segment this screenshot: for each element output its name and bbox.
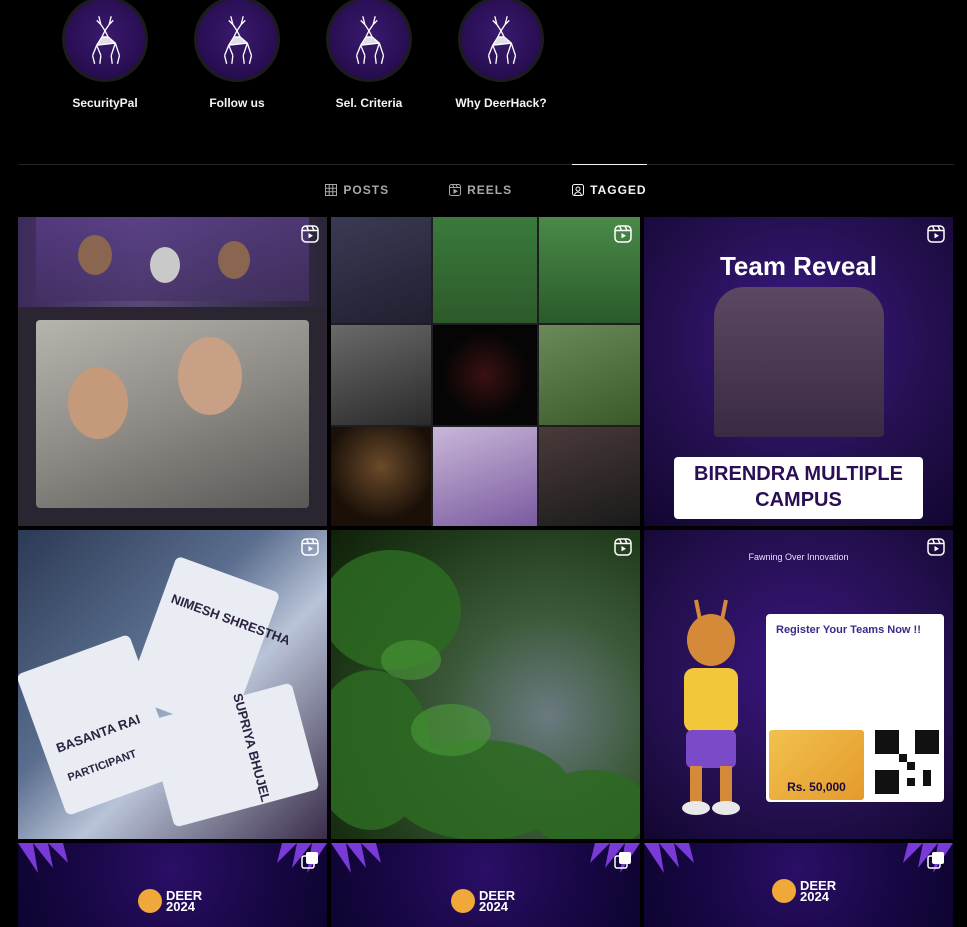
highlight-label: Why DeerHack? — [455, 96, 547, 110]
photo-person — [78, 235, 112, 275]
tab-reels[interactable]: REELS — [449, 164, 512, 216]
deerhack-mark-icon — [772, 879, 796, 903]
highlight-ring — [62, 0, 148, 82]
reels-icon — [449, 184, 462, 196]
decor-leaves — [18, 843, 68, 873]
reel-badge-icon — [927, 225, 945, 243]
tab-posts[interactable]: POSTS — [325, 164, 389, 216]
grid-icon — [325, 184, 338, 196]
photo-person — [178, 337, 242, 415]
reel-badge-icon — [614, 225, 632, 243]
post-subtitle: Fawning Over Innovation — [748, 552, 849, 562]
photo-person — [218, 241, 250, 279]
prize-amount: Rs. 50,000 — [787, 780, 846, 794]
team-photo — [714, 287, 884, 437]
collage-photo — [433, 325, 537, 425]
tab-label: REELS — [467, 183, 513, 197]
collage-photo — [539, 427, 640, 526]
post-tile-group-photo[interactable] — [18, 217, 327, 526]
highlight-label: Sel. Criteria — [335, 96, 403, 110]
post-tile-greenery[interactable] — [331, 530, 640, 839]
campus-name-line2: CAMPUS — [755, 489, 842, 511]
photo-person — [68, 367, 128, 439]
logo-year: 2024 — [800, 889, 829, 904]
post-tile-collage[interactable] — [331, 217, 640, 526]
collage-photo — [539, 325, 640, 425]
collage-photo — [433, 217, 537, 323]
reel-badge-icon — [301, 225, 319, 243]
tagged-icon — [572, 184, 585, 196]
tab-tagged[interactable]: TAGGED — [572, 164, 648, 216]
highlight-ring — [326, 0, 412, 82]
deer-mascot-icon — [682, 599, 740, 815]
post-tile-deerhack-logo[interactable]: DEER 2024 — [18, 843, 327, 927]
collage-photo — [331, 325, 431, 425]
prize-box: Rs. 50,000 — [769, 730, 864, 800]
decor-leaves — [644, 843, 694, 873]
reel-badge-icon — [927, 538, 945, 556]
reel-badge-icon — [614, 538, 632, 556]
blurred-plants — [331, 550, 640, 839]
post-tile-id-cards[interactable]: NIMESH SHRESTHA SUPRIYA BHUJEL BASANTA R… — [18, 530, 327, 839]
highlight-sel-criteria[interactable]: Sel. Criteria — [319, 0, 419, 110]
carousel-badge-icon — [614, 852, 631, 869]
register-heading: Register Your Teams Now !! — [776, 624, 921, 636]
campus-banner: BIRENDRA MULTIPLE CAMPUS — [674, 457, 923, 519]
collage-photo — [331, 217, 431, 323]
highlight-ring — [458, 0, 544, 82]
deer-logo-icon — [329, 0, 409, 79]
logo-year: 2024 — [166, 899, 195, 914]
collage-photo — [331, 427, 431, 526]
post-tile-team-reveal[interactable]: Team Reveal BIRENDRA MULTIPLE CAMPUS — [644, 217, 953, 526]
deer-logo-icon — [197, 0, 277, 79]
qr-code-icon — [871, 726, 943, 798]
deerhack-mark-icon — [451, 889, 475, 913]
deer-logo-icon — [461, 0, 541, 79]
story-highlights: SecurityPal Follow us Sel. Criteria Why … — [0, 0, 967, 140]
campus-name-line1: BIRENDRA MULTIPLE — [694, 463, 903, 485]
logo-year: 2024 — [479, 899, 508, 914]
deerhack-logo: DEER 2024 — [451, 889, 515, 913]
post-tile-register[interactable]: Fawning Over Innovation Register Your Te… — [644, 530, 953, 839]
highlight-ring — [194, 0, 280, 82]
reel-badge-icon — [301, 538, 319, 556]
decor-leaves — [331, 843, 381, 873]
highlight-why-deerhack[interactable]: Why DeerHack? — [451, 0, 551, 110]
deer-logo-icon — [65, 0, 145, 79]
post-title: Team Reveal — [719, 251, 878, 281]
post-tile-deerhack-logo[interactable]: DEER 2024 — [644, 843, 953, 927]
carousel-badge-icon — [301, 852, 318, 869]
carousel-badge-icon — [927, 852, 944, 869]
highlight-follow-us[interactable]: Follow us — [187, 0, 287, 110]
highlight-label: Follow us — [209, 96, 265, 110]
collage-photo — [433, 427, 537, 526]
deerhack-logo: DEER 2024 — [138, 889, 202, 913]
deerhack-logo: DEER 2024 — [772, 879, 836, 903]
post-tile-deerhack-logo[interactable]: DEER 2024 — [331, 843, 640, 927]
profile-tabs: POSTS REELS TAGGED — [18, 164, 954, 216]
tab-label: POSTS — [343, 183, 390, 197]
photo-person — [150, 247, 180, 283]
tab-label: TAGGED — [590, 183, 647, 197]
deerhack-mark-icon — [138, 889, 162, 913]
highlight-label: SecurityPal — [72, 96, 138, 110]
highlight-securitypal[interactable]: SecurityPal — [55, 0, 155, 110]
